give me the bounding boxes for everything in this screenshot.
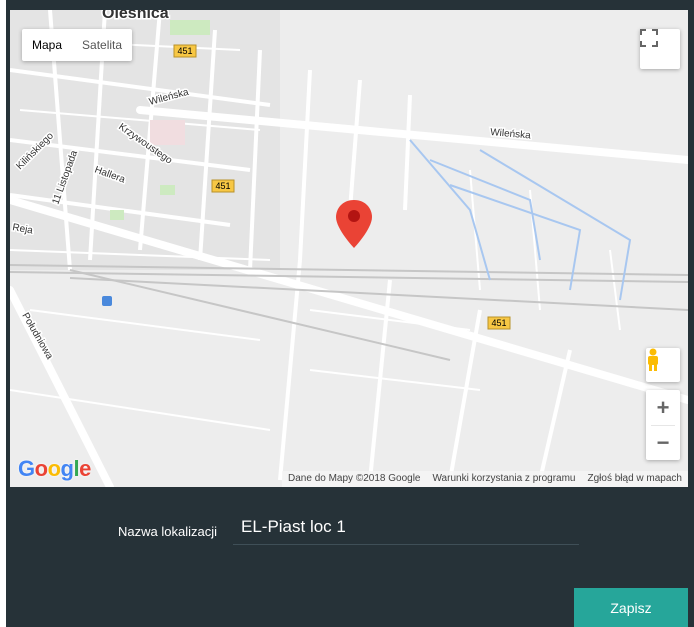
map-data-attribution: Dane do Mapy ©2018 Google	[282, 471, 427, 487]
location-name-label: Nazwa lokalizacji	[118, 524, 217, 539]
map-type-control: Mapa Satelita	[22, 29, 133, 61]
zoom-control: + −	[646, 390, 680, 460]
svg-text:451: 451	[177, 46, 192, 56]
save-button[interactable]: Zapisz	[574, 588, 688, 627]
location-name-input[interactable]	[232, 514, 579, 545]
map-canvas[interactable]: 451 451 451 Oleśnica Wileńska Wileńska K…	[10, 10, 688, 487]
map-type-satellite[interactable]: Satelita	[72, 29, 132, 61]
location-dialog: 451 451 451 Oleśnica Wileńska Wileńska K…	[6, 0, 694, 627]
pegman-icon	[648, 348, 658, 371]
train-station-icon	[102, 296, 112, 306]
svg-text:451: 451	[491, 318, 506, 328]
map-view[interactable]: 451 451 451 Oleśnica Wileńska Wileńska K…	[10, 10, 688, 487]
zoom-out-button[interactable]: −	[646, 426, 680, 460]
road-shield: 451	[211, 179, 235, 193]
street-view-button[interactable]	[646, 348, 680, 382]
city-label: Oleśnica	[102, 10, 169, 22]
location-name-row: Nazwa lokalizacji	[118, 514, 579, 545]
terms-link[interactable]: Warunki korzystania z programu	[426, 471, 582, 487]
google-logo[interactable]: Google	[18, 456, 91, 482]
svg-text:451: 451	[215, 181, 230, 191]
road-shield: 451	[173, 44, 197, 58]
road-shield: 451	[487, 316, 511, 330]
fullscreen-icon	[640, 29, 658, 47]
fullscreen-button[interactable]	[640, 29, 680, 69]
report-error-link[interactable]: Zgłoś błąd w mapach	[581, 471, 688, 487]
map-type-map[interactable]: Mapa	[22, 29, 72, 61]
zoom-in-button[interactable]: +	[646, 391, 680, 425]
map-attribution: Dane do Mapy ©2018 Google Warunki korzys…	[282, 471, 688, 487]
